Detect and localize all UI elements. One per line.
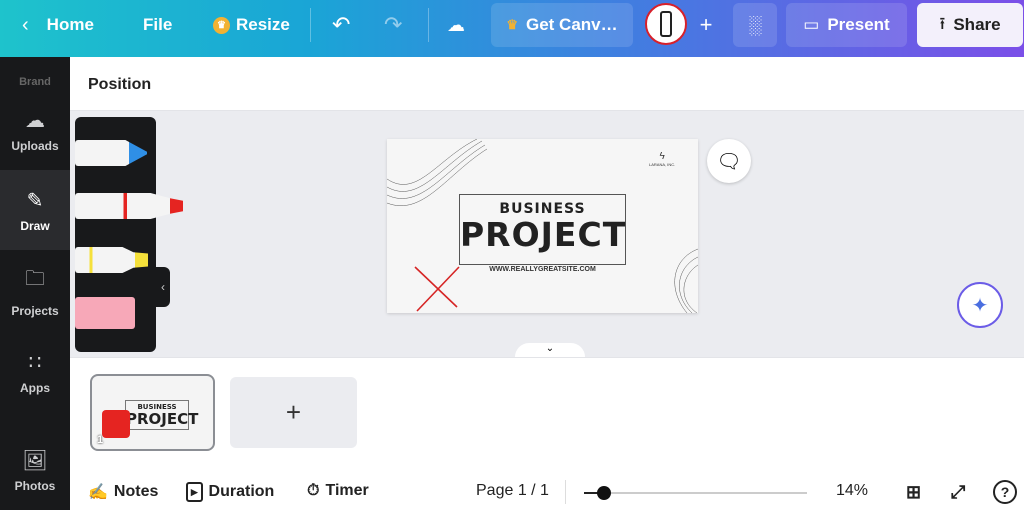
zoom-slider[interactable] (584, 486, 807, 500)
image-icon: 🖼 (22, 449, 48, 472)
magic-assistant-button[interactable]: ✦ (957, 282, 1003, 328)
get-canva-pro-button[interactable]: ♛ Get Canv… (491, 3, 633, 47)
timer-icon: ⏱ (307, 482, 320, 499)
zoom-level[interactable]: 14% (836, 482, 868, 500)
page-number: 1 (97, 434, 104, 446)
page-indicator[interactable]: Page 1 / 1 (476, 482, 549, 500)
file-label: File (143, 15, 173, 34)
sidebar-item-label: Brand (19, 76, 51, 88)
sidebar-item-label: Uploads (11, 138, 59, 153)
comment-plus-icon: 🗨 (716, 150, 742, 173)
position-title[interactable]: Position (88, 76, 151, 93)
crown-icon: ♛ (506, 17, 518, 32)
share-icon: ⭱ (939, 13, 946, 33)
collapse-canvas-handle[interactable]: ⌄ (515, 343, 585, 357)
duration-label: Duration (208, 483, 275, 500)
folder-icon: 🗀 (25, 268, 45, 290)
title-box[interactable]: BUSINESS PROJECT (459, 194, 626, 265)
pen-icon: ✎ (26, 189, 44, 212)
highlighter-tool-yellow[interactable] (75, 247, 148, 273)
sidebar-item-apps[interactable]: ∷ Apps (0, 332, 70, 412)
website-text: WWW.REALLYGREATSITE.COM (489, 266, 596, 273)
zoom-label: 14% (836, 482, 869, 499)
canvas-area: ϟ LARANA, INC. BUSINESS PROJECT WWW.REALL… (70, 111, 1015, 357)
chevron-left-icon: ‹ (161, 280, 165, 294)
analytics-icon[interactable]: ░ (733, 3, 777, 47)
sidebar-item-draw[interactable]: ✎ Draw (0, 170, 70, 250)
present-label: Present (827, 15, 890, 34)
present-button[interactable]: ▭ Present (786, 3, 907, 47)
file-menu[interactable]: File (143, 0, 172, 50)
sidebar-item-label: Projects (11, 304, 59, 318)
logo-text: LARANA, INC. (649, 162, 676, 167)
add-collaborator-button[interactable]: + (688, 3, 724, 47)
eraser-tool[interactable] (75, 297, 135, 329)
add-comment-button[interactable]: 🗨 (707, 139, 751, 183)
notes-icon: ✍ (88, 484, 108, 501)
pages-panel: BUSINESS PROJECT 1 + ✍ Notes ▸ Duration ⏱ T… (70, 357, 1024, 510)
sidebar-item-label: Draw (20, 218, 50, 233)
resize-label: Resize (236, 15, 290, 34)
sidebar-item-label: Apps (20, 380, 50, 395)
fullscreen-icon[interactable]: ⤢ (951, 482, 965, 503)
resize-button[interactable]: ♛ Resize (213, 0, 290, 50)
notes-label: Notes (113, 483, 159, 500)
divider (565, 480, 566, 504)
vertical-scrollbar[interactable] (1015, 111, 1024, 357)
zoom-slider-knob[interactable] (597, 486, 612, 500)
collapse-draw-panel-button[interactable]: ‹ (156, 267, 170, 307)
draw-tools-panel: ‹ (75, 117, 183, 352)
undo-icon[interactable]: ↶ (332, 0, 350, 50)
plus-icon: + (285, 397, 302, 427)
sidebar-item-photos[interactable]: 🖼 Photos (0, 430, 70, 510)
help-button[interactable]: ? (993, 480, 1017, 504)
timer-label: Timer (325, 482, 369, 499)
grid-icon: ∷ (28, 351, 42, 374)
duration-button[interactable]: ▸ Duration (186, 482, 274, 502)
notes-button[interactable]: ✍ Notes (88, 482, 158, 502)
sidebar-item-uploads[interactable]: ☁ Uploads (0, 90, 70, 170)
divider (428, 8, 429, 42)
redo-icon[interactable]: ↷ (384, 0, 402, 50)
page-label: Page 1 / 1 (476, 482, 549, 499)
upload-cloud-icon: ☁ (25, 109, 45, 132)
play-box-icon: ▸ (186, 482, 203, 502)
sidebar-item-brand[interactable]: Brand (0, 17, 70, 97)
sidebar-item-projects[interactable]: 🗀 Projects (0, 251, 70, 331)
grid-view-icon[interactable]: ⊞ (906, 482, 921, 503)
thumb-title-box: BUSINESS PROJECT (125, 400, 199, 430)
avatar[interactable] (645, 3, 687, 45)
present-icon: ▭ (803, 15, 820, 34)
position-panel-header: Position (70, 57, 1024, 111)
divider (310, 8, 311, 42)
timer-button[interactable]: ⏱ Timer (307, 482, 369, 500)
share-label: Share (953, 15, 1001, 34)
share-button[interactable]: ⭱ Share (917, 3, 1023, 47)
sidebar-item-label: Photos (14, 478, 56, 493)
top-bar: ‹ Home File ♛ Resize ↶ ↷ ☁ ♛ Get Canv… + ░ … (0, 0, 1024, 57)
title-line-2: PROJECT (460, 215, 627, 254)
thumb-line-2: PROJECT (126, 410, 199, 428)
company-logo: ϟ LARANA, INC. (649, 151, 676, 167)
crown-icon: ♛ (213, 16, 230, 34)
page-thumbnail[interactable]: BUSINESS PROJECT 1 (90, 374, 215, 451)
sparkle-icon: ✦ (971, 294, 989, 317)
pen-tool-blue[interactable] (75, 140, 147, 166)
get-canva-label: Get Canv… (526, 15, 618, 34)
slide[interactable]: ϟ LARANA, INC. BUSINESS PROJECT WWW.REALL… (387, 139, 698, 313)
cloud-saved-icon[interactable]: ☁ (447, 0, 465, 50)
sidebar: Brand ☁ Uploads ✎ Draw 🗀 Projects ∷ Apps 🖼 Ph… (0, 57, 70, 510)
red-color-swatch (102, 410, 130, 438)
help-icon: ? (1000, 484, 1010, 500)
add-page-button[interactable]: + (230, 377, 357, 448)
phone-icon (660, 11, 672, 37)
footer-bar: ✍ Notes ▸ Duration ⏱ Timer Page 1 / 1 14% ⊞… (70, 478, 1024, 508)
